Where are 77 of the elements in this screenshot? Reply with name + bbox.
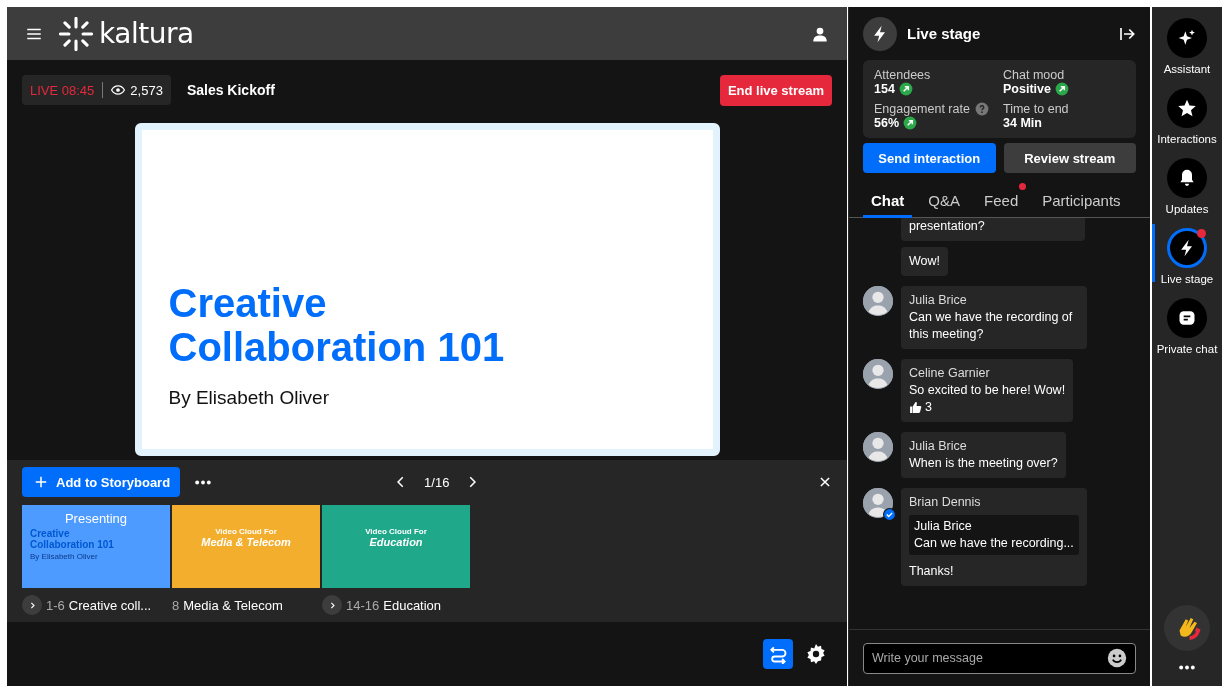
thumbs-up-icon[interactable] (909, 401, 922, 414)
stat-label: Chat mood (1003, 68, 1065, 82)
page-counter: 1/16 (424, 474, 450, 490)
logo-text: kaltura (99, 17, 194, 50)
thumbnail-title: Media & Telecom (201, 536, 291, 548)
add-to-storyboard-button[interactable]: Add to Storyboard (22, 467, 181, 497)
message-author: Julia Brice (909, 292, 968, 309)
presenting-label: Presenting (64, 511, 128, 526)
stat-value: 56% (874, 116, 900, 130)
sidebar-item[interactable]: Updates (1152, 158, 1222, 215)
close-button[interactable] (818, 475, 832, 489)
eye-icon (111, 83, 126, 97)
flow-button[interactable] (763, 639, 793, 669)
slide-range: 14-16 (346, 597, 380, 613)
more-icon (194, 479, 213, 485)
more-button[interactable] (194, 479, 213, 485)
plus-icon (34, 475, 48, 489)
thumbnail-title: Education (369, 536, 423, 548)
close-icon (818, 475, 832, 489)
reply-text: Can we have the recording... (914, 535, 1074, 552)
sidebar-item[interactable]: Private chat (1152, 298, 1222, 355)
thumbnail-subtitle: Video Cloud For (215, 527, 277, 536)
stat-value: 154 (874, 82, 895, 96)
message-text: When is the meeting over? (909, 455, 1058, 472)
stat-label: Attendees (874, 68, 931, 82)
stat-label: Time to end (1003, 102, 1069, 116)
viewer-count: 2,573 (130, 82, 163, 98)
settings-button[interactable] (805, 643, 827, 665)
panel-tab[interactable]: Feed (976, 181, 1027, 218)
panel-tab[interactable]: Participants (1034, 181, 1129, 218)
message-input[interactable]: Write your message (872, 651, 1107, 665)
expand-button[interactable] (22, 595, 42, 615)
sidebar-item[interactable]: Interactions (1152, 88, 1222, 145)
expand-button[interactable] (322, 595, 342, 615)
slide-range: 8 (172, 597, 180, 613)
more-icon (1178, 665, 1196, 670)
settings-icon (805, 643, 827, 665)
chat-icon (1177, 308, 1197, 328)
emoji-icon[interactable] (1107, 648, 1127, 668)
slide-author: By Elisabeth Oliver (168, 386, 330, 409)
logo-icon (59, 16, 93, 51)
chat-message: Wow! (901, 247, 949, 276)
event-title: Sales Kickoff (186, 82, 275, 98)
live-timer: LIVE 08:45 (30, 82, 95, 98)
stat-value: Positive (1003, 82, 1051, 96)
more-button[interactable] (1178, 665, 1196, 670)
slide-range: 1-6 (46, 597, 65, 613)
reaction-button[interactable] (1164, 605, 1210, 651)
message-author: Celine Garnier (909, 365, 991, 382)
message-text: Can we have the recording of this meeting? (909, 309, 1074, 343)
thumbnail-subtitle: Video Cloud For (365, 527, 427, 536)
slide-thumbnail[interactable]: Presenting Creative Collaboration 101 By Elisabeth Oliver (22, 505, 170, 588)
route-icon (768, 644, 788, 664)
end-stream-button[interactable]: End live stream (719, 74, 832, 106)
review-stream-button[interactable]: Review stream (1003, 143, 1136, 173)
reply-author: Julia Brice (914, 518, 973, 535)
thumbnail-author: By Elisabeth Oliver (30, 552, 98, 561)
star-icon (1177, 98, 1197, 118)
send-interaction-button[interactable]: Send interaction (863, 143, 996, 173)
message-author: Brian Dennis (909, 494, 982, 511)
panel-title: Live stage (907, 25, 981, 42)
sidebar-item[interactable]: Assistant (1152, 18, 1222, 75)
help-icon[interactable] (974, 102, 989, 116)
reaction-count: 3 (925, 399, 932, 416)
slide-title: Creative Collaboration 101 (168, 280, 506, 369)
chat-message: presentation? (901, 218, 1085, 241)
stat-value: 34 Min (1003, 116, 1042, 130)
thumbnail-caption: Creative coll... (68, 597, 152, 613)
message-author: Julia Brice (909, 438, 968, 455)
thumbnail-caption: Media & Telecom (183, 597, 283, 613)
message-text: So excited to be here! Wow! (909, 382, 1066, 399)
message-text: Thanks! (909, 563, 955, 580)
thumbnail-title: Creative Collaboration 101 (30, 528, 115, 550)
panel-tab[interactable]: Q&A (920, 181, 969, 218)
message-field[interactable]: Write your message (863, 642, 1136, 674)
thumbnail-caption: Education (383, 597, 442, 613)
stat-label: Engagement rate (874, 102, 970, 116)
